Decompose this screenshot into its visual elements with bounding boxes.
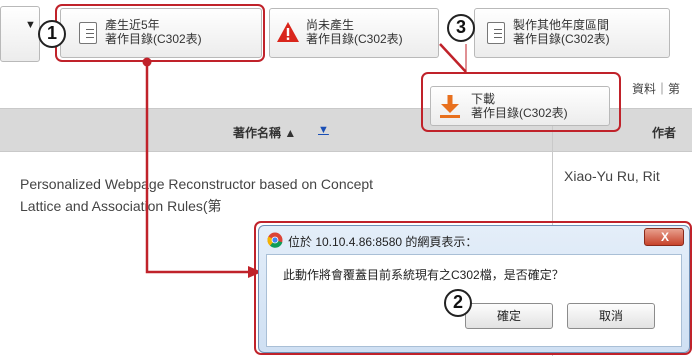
callout-number-2: 2 <box>444 289 472 317</box>
callout-box-3 <box>421 72 621 132</box>
callout-box-2 <box>254 221 692 355</box>
callout-number-3: 3 <box>447 14 475 42</box>
callout-number-1: 1 <box>38 20 66 48</box>
